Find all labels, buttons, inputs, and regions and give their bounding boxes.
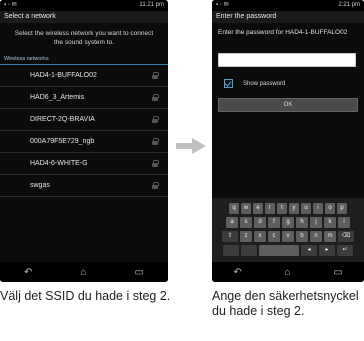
backspace-key[interactable]: ⌫ bbox=[338, 231, 354, 242]
key-h[interactable]: h bbox=[296, 217, 308, 228]
key-w[interactable]: w bbox=[241, 203, 251, 214]
space-key[interactable] bbox=[259, 245, 299, 256]
keyboard-row-2: asdfghjkl bbox=[212, 217, 364, 228]
keyboard-row-4: ◂ ▸ ↵ bbox=[212, 245, 364, 256]
key-m[interactable]: m bbox=[324, 231, 336, 242]
lock-icon bbox=[152, 160, 159, 167]
home-icon[interactable]: ⌂ bbox=[80, 267, 86, 278]
key-l[interactable]: l bbox=[338, 217, 350, 228]
network-item[interactable]: HAD4-6-WHITE-G bbox=[0, 153, 168, 175]
key-y[interactable]: y bbox=[289, 203, 299, 214]
back-icon[interactable]: ↶ bbox=[24, 267, 32, 278]
key-z[interactable]: z bbox=[240, 231, 252, 242]
status-bar: ▪ ◦ ✉ 11:21 pm bbox=[0, 0, 168, 11]
back-icon[interactable]: ↶ bbox=[233, 267, 241, 278]
cursor-left-key[interactable]: ◂ bbox=[301, 245, 317, 256]
key-f[interactable]: f bbox=[268, 217, 280, 228]
shift-key[interactable]: ⇧ bbox=[222, 231, 238, 242]
soft-keyboard: qwertyuiop asdfghjkl ⇧ z x c v b n m ⌫ ◂ ▸ ↵ bbox=[212, 198, 364, 264]
key-s[interactable]: s bbox=[240, 217, 252, 228]
lock-icon bbox=[152, 182, 159, 189]
keyboard-row-3: ⇧ z x c v b n m ⌫ bbox=[212, 231, 364, 242]
network-ssid: HAD6_3_Artemis bbox=[30, 94, 85, 101]
arrow-right-icon bbox=[176, 138, 206, 154]
key-b[interactable]: b bbox=[296, 231, 308, 242]
network-list-screenshot: ▪ ◦ ✉ 11:21 pm Select a network Select t… bbox=[0, 0, 168, 282]
key-g[interactable]: g bbox=[282, 217, 294, 228]
show-password-checkbox[interactable] bbox=[224, 79, 233, 88]
network-ssid: HAD4-6-WHITE-G bbox=[30, 160, 88, 167]
show-password-row[interactable]: Show password bbox=[224, 79, 358, 88]
nav-bar: ↶ ⌂ ▭ bbox=[212, 262, 364, 282]
status-time: 2:21 pm bbox=[338, 2, 360, 8]
network-ssid: 000A79F5E729_ngb bbox=[30, 138, 95, 145]
network-item[interactable]: HAD4-1-BUFFALO02 bbox=[0, 65, 168, 87]
password-prompt: Enter the password for HAD4-1-BUFFALO02 bbox=[218, 29, 348, 36]
key-i[interactable]: i bbox=[313, 203, 323, 214]
caption-step-right: Ange den säkerhetsnyckel du hade i steg … bbox=[212, 289, 359, 318]
caption-step-left: Välj det SSID du hade i steg 2. bbox=[0, 289, 171, 303]
key-a[interactable]: a bbox=[226, 217, 238, 228]
key-c[interactable]: c bbox=[268, 231, 280, 242]
password-screenshot: ▪ ◦ ✉ 2:21 pm Enter the password Enter t… bbox=[212, 0, 364, 282]
key-q[interactable]: q bbox=[229, 203, 239, 214]
symbols-key[interactable] bbox=[223, 245, 239, 256]
key-j[interactable]: j bbox=[310, 217, 322, 228]
key-u[interactable]: u bbox=[301, 203, 311, 214]
nav-bar: ↶ ⌂ ▭ bbox=[0, 262, 168, 282]
ok-button[interactable]: OK bbox=[218, 98, 358, 112]
network-item[interactable]: 000A79F5E729_ngb bbox=[0, 131, 168, 153]
recent-apps-icon[interactable]: ▭ bbox=[135, 267, 144, 278]
key-e[interactable]: e bbox=[253, 203, 263, 214]
key-o[interactable]: o bbox=[325, 203, 335, 214]
network-item[interactable]: HAD6_3_Artemis bbox=[0, 87, 168, 109]
key-r[interactable]: r bbox=[265, 203, 275, 214]
instruction-text: Select the wireless network you want to … bbox=[14, 30, 154, 46]
key-d[interactable]: d bbox=[254, 217, 266, 228]
key-n[interactable]: n bbox=[310, 231, 322, 242]
key-t[interactable]: t bbox=[277, 203, 287, 214]
lock-icon bbox=[152, 138, 159, 145]
key-k[interactable]: k bbox=[324, 217, 336, 228]
cursor-right-key[interactable]: ▸ bbox=[319, 245, 335, 256]
network-list: HAD4-1-BUFFALO02 HAD6_3_Artemis DIRECT-2Q-… bbox=[0, 65, 168, 197]
network-ssid: HAD4-1-BUFFALO02 bbox=[30, 72, 97, 79]
screen-title: Select a network bbox=[0, 11, 168, 23]
lock-icon bbox=[152, 72, 159, 79]
screen-title: Enter the password bbox=[212, 11, 364, 23]
status-icons: ▪ ◦ ✉ bbox=[216, 2, 229, 8]
recent-apps-icon[interactable]: ▭ bbox=[333, 267, 342, 278]
key-p[interactable]: p bbox=[337, 203, 347, 214]
status-bar: ▪ ◦ ✉ 2:21 pm bbox=[212, 0, 364, 11]
settings-key[interactable] bbox=[241, 245, 257, 256]
key-v[interactable]: v bbox=[282, 231, 294, 242]
lock-icon bbox=[152, 94, 159, 101]
key-x[interactable]: x bbox=[254, 231, 266, 242]
network-ssid: swgas bbox=[30, 182, 50, 189]
section-header: Wireless networks bbox=[0, 53, 168, 65]
network-item[interactable]: swgas bbox=[0, 175, 168, 197]
enter-key[interactable]: ↵ bbox=[337, 245, 353, 256]
network-item[interactable]: DIRECT-2Q-BRAVIA bbox=[0, 109, 168, 131]
status-icons: ▪ ◦ ✉ bbox=[4, 2, 17, 8]
keyboard-row-1: qwertyuiop bbox=[212, 203, 364, 214]
network-ssid: DIRECT-2Q-BRAVIA bbox=[30, 116, 95, 123]
status-time: 11:21 pm bbox=[139, 2, 164, 8]
home-icon[interactable]: ⌂ bbox=[284, 267, 290, 278]
lock-icon bbox=[152, 116, 159, 123]
show-password-label: Show password bbox=[243, 80, 286, 87]
password-input[interactable] bbox=[218, 53, 356, 67]
